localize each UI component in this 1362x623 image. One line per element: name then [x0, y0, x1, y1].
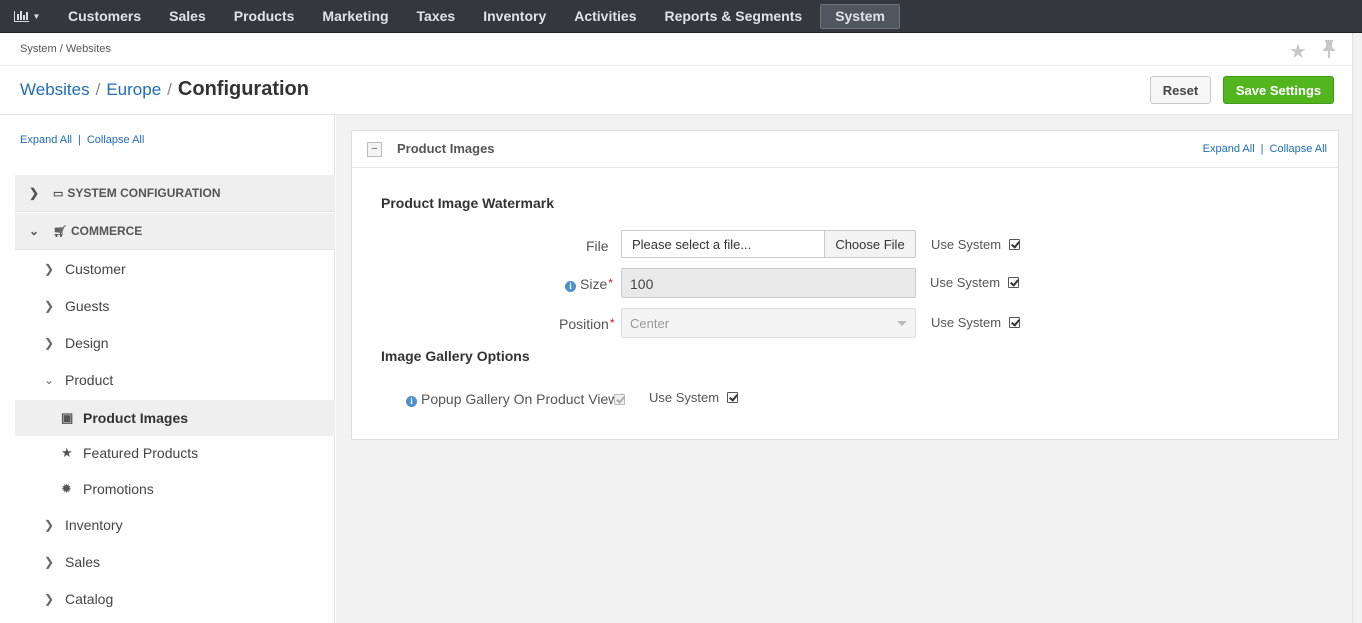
star-icon[interactable]: ★ — [1289, 39, 1307, 64]
reset-button[interactable]: Reset — [1150, 76, 1211, 104]
breadcrumb: System / Websites — [20, 43, 111, 55]
breadcrumb-bar: System / Websites ★ — [0, 33, 1352, 66]
popup-gallery-use-system-checkbox[interactable] — [727, 392, 739, 403]
sidebar: Expand All | Collapse All ❯ ▭ SYSTEM CONFI… — [0, 115, 335, 623]
websites-link[interactable]: Websites — [20, 80, 90, 99]
popup-gallery-checkbox[interactable] — [614, 394, 625, 405]
info-icon[interactable]: i — [406, 396, 417, 407]
top-nav: ▼ Customers Sales Products Marketing Tax… — [0, 0, 1362, 33]
title-bar: Websites / Europe / Configuration Reset Save… — [0, 66, 1352, 115]
chevron-right-icon: ❯ — [44, 555, 55, 569]
position-use-system: Use System — [931, 315, 1021, 330]
size-use-system-checkbox[interactable] — [1008, 277, 1020, 288]
caret-down-icon: ▼ — [32, 11, 41, 21]
tree-item-catalog[interactable]: ❯ Catalog — [15, 581, 335, 617]
chevron-right-icon: ❯ — [44, 518, 55, 532]
chevron-right-icon: ❯ — [44, 592, 55, 606]
certificate-icon: ✹ — [61, 481, 72, 496]
section-title-gallery: Image Gallery Options — [381, 348, 530, 364]
tree-sub-promotions[interactable]: ✹ Promotions — [15, 471, 335, 507]
panel-collapse-all-link[interactable]: Collapse All — [1270, 143, 1327, 155]
panel-header: − Product Images Expand All | Collapse All — [352, 131, 1338, 168]
file-label: File — [586, 238, 609, 254]
required-marker: * — [608, 276, 613, 290]
product-images-panel: − Product Images Expand All | Collapse All… — [351, 130, 1339, 440]
main-content: − Product Images Expand All | Collapse All… — [336, 115, 1352, 623]
popup-gallery-label: iPopup Gallery On Product View* — [406, 391, 624, 407]
dashboard-menu-button[interactable]: ▼ — [0, 0, 54, 33]
tree-item-design[interactable]: ❯ Design — [15, 325, 335, 361]
panel-title: Product Images — [397, 141, 495, 156]
pin-icon[interactable] — [1322, 39, 1336, 59]
nav-marketing[interactable]: Marketing — [308, 0, 402, 33]
size-input[interactable]: 100 — [621, 268, 916, 298]
dropdown-arrow-icon — [897, 321, 907, 326]
file-placeholder: Please select a file... — [632, 237, 752, 252]
chevron-right-icon: ❯ — [44, 336, 55, 350]
cart-icon: 🛒︎ — [53, 225, 67, 238]
chevron-right-icon: ❯ — [44, 299, 55, 313]
tree-item-product[interactable]: ⌄ Product — [15, 362, 335, 398]
collapse-icon[interactable]: − — [367, 142, 382, 157]
section-title-watermark: Product Image Watermark — [381, 195, 554, 211]
chevron-down-icon: ⌄ — [28, 224, 40, 238]
sidebar-collapse-all-link[interactable]: Collapse All — [87, 134, 144, 146]
position-label: Position* — [559, 316, 615, 332]
file-use-system: Use System — [931, 237, 1021, 252]
tree-item-sales[interactable]: ❯ Sales — [15, 544, 335, 580]
star-icon: ★ — [61, 445, 73, 460]
sidebar-expand-all-link[interactable]: Expand All — [20, 134, 72, 146]
nav-reports-segments[interactable]: Reports & Segments — [650, 0, 816, 33]
bar-chart-icon — [13, 10, 29, 22]
scrollbar[interactable] — [1352, 33, 1362, 623]
nav-products[interactable]: Products — [220, 0, 309, 33]
panel-expand-collapse: Expand All | Collapse All — [1202, 143, 1327, 155]
tree-system-configuration[interactable]: ❯ ▭ SYSTEM CONFIGURATION — [15, 175, 335, 212]
file-input[interactable]: Please select a file... Choose File — [621, 230, 916, 258]
nav-taxes[interactable]: Taxes — [403, 0, 470, 33]
chevron-right-icon: ❯ — [28, 186, 40, 200]
europe-link[interactable]: Europe — [106, 80, 161, 99]
nav-customers[interactable]: Customers — [54, 0, 155, 33]
info-icon[interactable]: i — [565, 281, 576, 292]
nav-activities[interactable]: Activities — [560, 0, 650, 33]
position-select[interactable]: Center — [621, 308, 916, 338]
tree-commerce[interactable]: ⌄ 🛒︎ COMMERCE — [15, 213, 335, 250]
inbox-icon: ▭ — [53, 187, 64, 200]
panel-expand-all-link[interactable]: Expand All — [1203, 143, 1255, 155]
chevron-down-icon: ⌄ — [44, 373, 55, 387]
nav-sales[interactable]: Sales — [155, 0, 220, 33]
required-marker: * — [609, 316, 615, 330]
tree-sub-product-images[interactable]: ▣ Product Images — [15, 400, 335, 436]
image-icon: ▣ — [61, 410, 74, 425]
size-label: i Size* — [565, 276, 613, 292]
file-use-system-checkbox[interactable] — [1009, 239, 1021, 250]
position-use-system-checkbox[interactable] — [1009, 317, 1021, 328]
tree-item-inventory[interactable]: ❯ Inventory — [15, 507, 335, 543]
sidebar-expand-collapse: Expand All | Collapse All — [20, 134, 145, 146]
page-title: Websites / Europe / Configuration — [20, 78, 309, 100]
nav-inventory[interactable]: Inventory — [469, 0, 560, 33]
chevron-right-icon: ❯ — [44, 262, 55, 276]
tree-item-customer[interactable]: ❯ Customer — [15, 251, 335, 287]
save-settings-button[interactable]: Save Settings — [1223, 76, 1334, 104]
nav-system[interactable]: System — [820, 3, 900, 29]
choose-file-button[interactable]: Choose File — [824, 231, 915, 257]
tree-item-guests[interactable]: ❯ Guests — [15, 288, 335, 324]
popup-gallery-use-system: Use System — [649, 390, 739, 405]
page-title-current: Configuration — [177, 78, 309, 100]
size-use-system: Use System — [930, 275, 1020, 290]
tree-sub-featured-products[interactable]: ★ Featured Products — [15, 435, 335, 471]
